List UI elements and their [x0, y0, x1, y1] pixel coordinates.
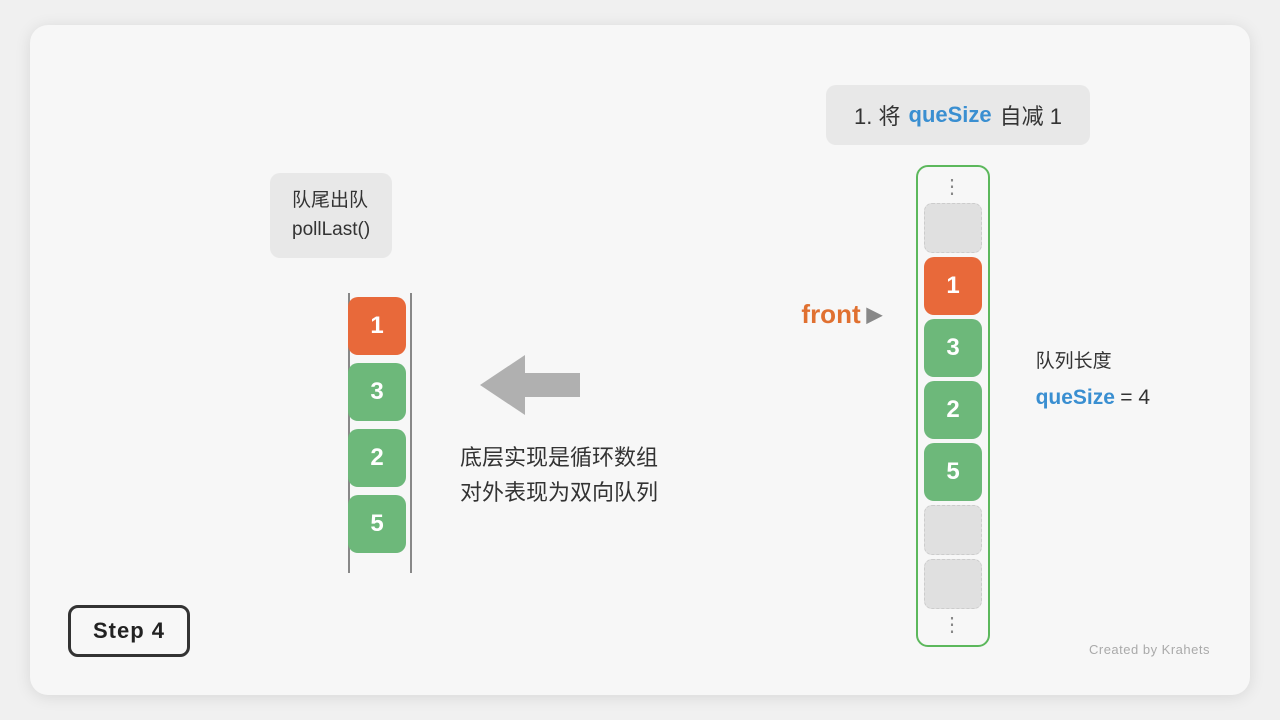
bottom-dots-icon: ⋮: [942, 615, 964, 635]
queue-size-code: queSize: [1036, 386, 1115, 409]
queue-size-info: 队列长度 queSize = 4: [1036, 345, 1150, 417]
top-dots-icon: ⋮: [942, 177, 964, 197]
info-highlight: queSize: [909, 102, 992, 128]
queue-size-equals: = 4: [1120, 386, 1150, 409]
array-cell-5: 5: [924, 443, 982, 501]
array-cell-3: 3: [924, 319, 982, 377]
left-stack: 1 3 2 5: [348, 293, 406, 557]
array-cell-1: 1: [924, 257, 982, 315]
info-text-before: 1. 将: [854, 99, 900, 131]
center-text: 底层实现是循环数组 对外表现为双向队列: [460, 440, 658, 510]
arrow-container: [480, 355, 580, 415]
stack-cell-4: 5: [348, 495, 406, 553]
credit-text: Created by Krahets: [1089, 642, 1210, 657]
step-badge: Step 4: [68, 605, 190, 657]
array-cell-empty-bot: [924, 559, 982, 609]
queue-size-label: 队列长度: [1036, 345, 1150, 379]
center-line1: 底层实现是循环数组: [460, 440, 658, 475]
queue-size-formula: queSize = 4: [1036, 379, 1150, 417]
stack-cell-3: 2: [348, 429, 406, 487]
left-arrow-icon: [480, 355, 580, 415]
array-cell-empty-mid: [924, 505, 982, 555]
info-text-after: 自减 1: [1000, 99, 1062, 131]
label-line2: pollLast(): [292, 216, 370, 245]
info-box: 1. 将 queSize 自减 1: [826, 85, 1090, 145]
stack-cell-1: 1: [348, 297, 406, 355]
label-line1: 队尾出队: [292, 187, 370, 216]
front-label: front ▶: [801, 299, 882, 330]
right-array: ⋮ 1 3 2 5 ⋮: [916, 165, 990, 647]
front-text: front: [801, 299, 860, 330]
label-box: 队尾出队 pollLast(): [270, 173, 392, 258]
front-arrow-icon: ▶: [867, 302, 882, 327]
stack-cell-2: 3: [348, 363, 406, 421]
slide: 1. 将 queSize 自减 1 队尾出队 pollLast() 1 3 2 …: [30, 25, 1250, 695]
array-cell-empty-top: [924, 203, 982, 253]
center-line2: 对外表现为双向队列: [460, 475, 658, 510]
array-cell-2: 2: [924, 381, 982, 439]
